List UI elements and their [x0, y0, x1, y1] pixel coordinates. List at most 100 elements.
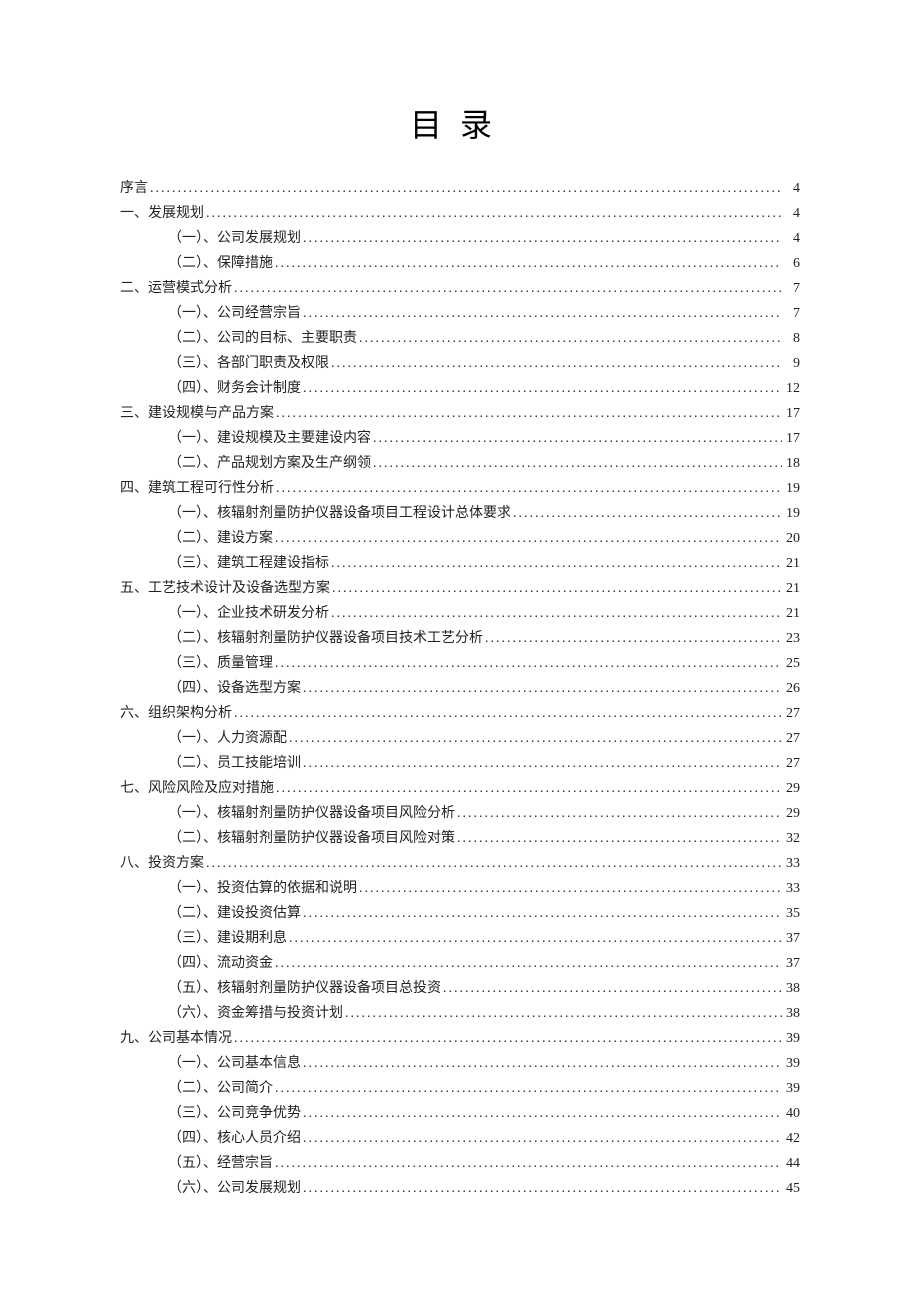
- toc-entry: （二）、保障措施 6: [168, 251, 800, 276]
- toc-entry-text: （二）、保障措施: [168, 251, 273, 276]
- toc-entry-text: （二）、核辐射剂量防护仪器设备项目风险对策: [168, 826, 455, 851]
- toc-entry-page: 26: [782, 676, 800, 701]
- toc-entry-page: 21: [782, 601, 800, 626]
- toc-leader-dots: [330, 576, 782, 601]
- toc-leader-dots: [455, 826, 782, 851]
- toc-leader-dots: [329, 601, 782, 626]
- toc-entry-page: 4: [782, 176, 800, 201]
- toc-entry-page: 8: [782, 326, 800, 351]
- toc-entry: 四、建筑工程可行性分析19: [120, 476, 800, 501]
- toc-entry-text: （五）、核辐射剂量防护仪器设备项目总投资: [168, 976, 441, 1001]
- toc-entry-page: 33: [782, 876, 800, 901]
- toc-entry: （五）、核辐射剂量防护仪器设备项目总投资38: [168, 976, 800, 1001]
- toc-entry: （一）、投资估算的依据和说明33: [168, 876, 800, 901]
- toc-entry: （四）、财务会计制度12: [168, 376, 800, 401]
- toc-entry: （五）、经营宗旨44: [168, 1151, 800, 1176]
- toc-entry-text: （一）、公司经营宗旨: [168, 301, 301, 326]
- toc-container: 序言4一、发展规划4（一）、公司发展规划4（二）、保障措施6二、运营模式分析7（…: [120, 176, 800, 1201]
- toc-entry-page: 12: [782, 376, 800, 401]
- toc-leader-dots: [273, 526, 782, 551]
- toc-entry-text: （一）、核辐射剂量防护仪器设备项目工程设计总体要求: [168, 501, 511, 526]
- toc-entry-page: 32: [782, 826, 800, 851]
- toc-entry-page: 35: [782, 901, 800, 926]
- toc-leader-dots: [329, 351, 782, 376]
- toc-leader-dots: [301, 901, 782, 926]
- toc-entry-page: 39: [782, 1051, 800, 1076]
- toc-entry: 二、运营模式分析7: [120, 276, 800, 301]
- toc-entry-page: 37: [782, 926, 800, 951]
- toc-leader-dots: [357, 326, 782, 351]
- toc-entry: （二）、核辐射剂量防护仪器设备项目技术工艺分析 23: [168, 626, 800, 651]
- toc-entry-page: 7: [782, 301, 800, 326]
- toc-entry-text: （一）、公司基本信息: [168, 1051, 301, 1076]
- toc-entry: （二）、核辐射剂量防护仪器设备项目风险对策 32: [168, 826, 800, 851]
- toc-leader-dots: [232, 276, 782, 301]
- document-page: 目录 序言4一、发展规划 4 （一）、公司发展规划4（二）、保障措施 6二、运营模式分…: [0, 0, 920, 1281]
- toc-leader-dots: [329, 551, 782, 576]
- toc-title: 目录: [120, 100, 800, 146]
- toc-leader-dots: [273, 1076, 782, 1101]
- toc-entry-page: 29: [782, 801, 800, 826]
- toc-entry-page: 33: [782, 851, 800, 876]
- toc-entry: （一）、人力资源配 27: [168, 726, 800, 751]
- toc-leader-dots: [301, 751, 782, 776]
- toc-entry: 八、投资方案 33: [120, 851, 800, 876]
- toc-entry: 五、工艺技术设计及设备选型方案 21: [120, 576, 800, 601]
- toc-leader-dots: [357, 876, 782, 901]
- toc-entry-page: 44: [782, 1151, 800, 1176]
- toc-entry-text: （四）、流动资金: [168, 951, 273, 976]
- toc-entry: （四）、流动资金 37: [168, 951, 800, 976]
- toc-entry: （一）、企业技术研发分析21: [168, 601, 800, 626]
- toc-entry-page: 17: [782, 426, 800, 451]
- toc-entry-text: 五、工艺技术设计及设备选型方案: [120, 576, 330, 601]
- toc-entry-page: 7: [782, 276, 800, 301]
- toc-leader-dots: [274, 401, 782, 426]
- toc-entry-page: 27: [782, 726, 800, 751]
- toc-entry: （六）、资金筹措与投资计划38: [168, 1001, 800, 1026]
- toc-entry-page: 23: [782, 626, 800, 651]
- toc-entry-page: 21: [782, 576, 800, 601]
- toc-entry-page: 18: [782, 451, 800, 476]
- toc-entry-text: 八、投资方案: [120, 851, 204, 876]
- toc-entry: （一）、建设规模及主要建设内容 17: [168, 426, 800, 451]
- toc-entry-text: （二）、核辐射剂量防护仪器设备项目技术工艺分析: [168, 626, 483, 651]
- toc-entry-text: 三、建设规模与产品方案: [120, 401, 274, 426]
- toc-entry-page: 39: [782, 1026, 800, 1051]
- toc-entry-page: 6: [782, 251, 800, 276]
- toc-entry: （三）、建设期利息37: [168, 926, 800, 951]
- toc-entry-page: 45: [782, 1176, 800, 1201]
- toc-entry-page: 39: [782, 1076, 800, 1101]
- toc-entry: （一）、公司发展规划4: [168, 226, 800, 251]
- toc-entry-text: 四、建筑工程可行性分析: [120, 476, 274, 501]
- toc-entry-text: （四）、核心人员介绍: [168, 1126, 301, 1151]
- toc-entry: 序言4: [120, 176, 800, 201]
- toc-entry-text: （三）、质量管理: [168, 651, 273, 676]
- toc-entry-text: （二）、建设投资估算: [168, 901, 301, 926]
- toc-entry-page: 20: [782, 526, 800, 551]
- toc-entry-text: （一）、建设规模及主要建设内容: [168, 426, 371, 451]
- toc-entry-text: （二）、公司简介: [168, 1076, 273, 1101]
- toc-entry-text: 九、公司基本情况: [120, 1026, 232, 1051]
- toc-leader-dots: [301, 1176, 782, 1201]
- toc-entry-text: （三）、建筑工程建设指标: [168, 551, 329, 576]
- toc-entry-page: 37: [782, 951, 800, 976]
- toc-leader-dots: [287, 726, 782, 751]
- toc-entry-text: （二）、建设方案: [168, 526, 273, 551]
- toc-entry: （二）、员工技能培训27: [168, 751, 800, 776]
- toc-entry-text: （三）、各部门职责及权限: [168, 351, 329, 376]
- toc-entry: （二）、建设投资估算 35: [168, 901, 800, 926]
- toc-leader-dots: [483, 626, 782, 651]
- toc-entry: 六、组织架构分析27: [120, 701, 800, 726]
- toc-entry-page: 19: [782, 501, 800, 526]
- toc-leader-dots: [301, 301, 782, 326]
- toc-entry-text: 七、风险风险及应对措施: [120, 776, 274, 801]
- toc-entry-page: 27: [782, 751, 800, 776]
- toc-leader-dots: [273, 651, 782, 676]
- toc-entry: （三）、质量管理25: [168, 651, 800, 676]
- toc-entry-text: （一）、人力资源配: [168, 726, 287, 751]
- toc-entry: （一）、公司基本信息 39: [168, 1051, 800, 1076]
- toc-entry-text: 一、发展规划: [120, 201, 204, 226]
- toc-entry: 九、公司基本情况 39: [120, 1026, 800, 1051]
- toc-entry: （二）、公司的目标、主要职责8: [168, 326, 800, 351]
- toc-leader-dots: [273, 251, 782, 276]
